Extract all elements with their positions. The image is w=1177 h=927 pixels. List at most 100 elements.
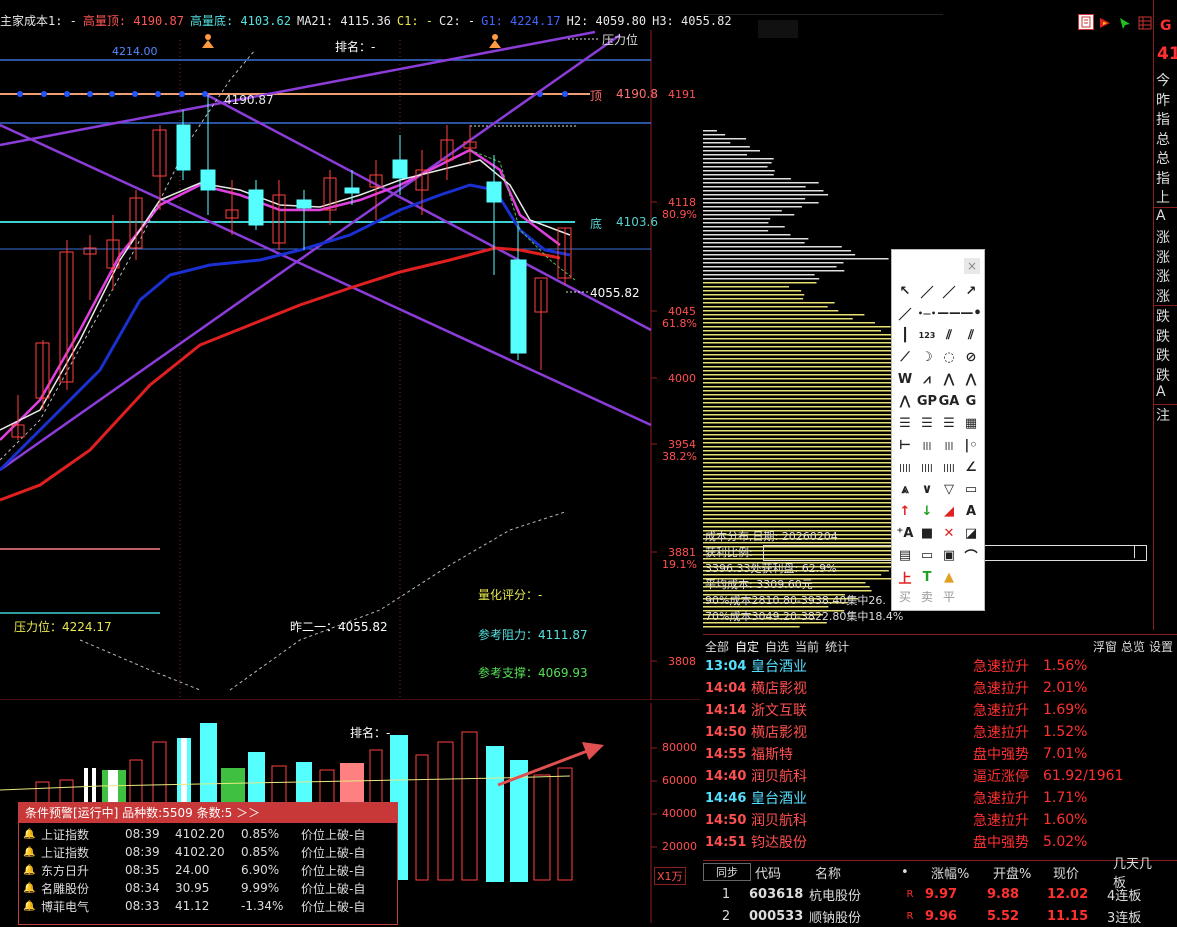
bars-icon[interactable]: |||| — [894, 456, 916, 478]
tab-2[interactable]: 自选 — [765, 638, 789, 655]
drawing-toolbox[interactable]: × ↖／／↗／•—•———•┃123⫽⫽⟋☽◌⊘W⩘⋀⋀⋀GPGAG☰☰☰▦⊢|… — [891, 249, 985, 611]
number-icon[interactable]: 123 — [916, 324, 938, 346]
bars2-icon[interactable]: |||| — [916, 456, 938, 478]
rank-col-header[interactable]: 名称 — [815, 863, 901, 882]
highlight-icon[interactable]: ◪ — [960, 522, 982, 544]
stock-alert-row[interactable]: 14:40 润贝航科 逼近涨停 61.92/1961 — [703, 765, 1177, 787]
t-mark-icon[interactable]: T — [916, 566, 938, 588]
stock-name[interactable]: 福斯特 — [751, 744, 973, 764]
alert-panel[interactable]: 条件预警[运行中] 品种数:5509 条数:5 ＞＞ 🔔 上证指数 08:39 410… — [18, 802, 398, 925]
tab-0[interactable]: 全部 — [705, 638, 729, 655]
rank-table-header[interactable]: 同步 代码 名称 • 涨幅% 开盘% 现价 几天几板 — [703, 857, 1177, 891]
rank-col-header[interactable]: • — [901, 865, 931, 880]
fib-period-icon[interactable]: ||| — [916, 434, 938, 456]
flat-button[interactable]: 平 — [938, 588, 960, 605]
toolbox-grid[interactable]: ↖／／↗／•—•———•┃123⫽⫽⟋☽◌⊘W⩘⋀⋀⋀GPGAG☰☰☰▦⊢|||… — [894, 280, 982, 588]
cursor-green-icon[interactable] — [1116, 14, 1134, 32]
alert-row[interactable]: 🔔 东方日升 08:35 24.00 6.90% 价位上破-自 — [19, 861, 397, 879]
stock-name[interactable]: 浙文互联 — [751, 700, 973, 720]
kline-chart[interactable] — [0, 30, 700, 700]
rectangle-icon[interactable]: ▭ — [960, 478, 982, 500]
fib-ext-icon[interactable]: ☰ — [938, 412, 960, 434]
peak-icon[interactable]: ⋀ — [894, 390, 916, 412]
gann-grid-icon[interactable]: ▦ — [960, 412, 982, 434]
rank-table[interactable]: 同步 代码 名称 • 涨幅% 开盘% 现价 几天几板 1 603618 杭电股份 R 9.97 9.88… — [703, 857, 1177, 927]
alert-row[interactable]: 🔔 博菲电气 08:33 41.12 -1.34% 价位上破-自 — [19, 897, 397, 915]
rank-col-header[interactable]: 开盘% — [993, 863, 1053, 882]
cycle-icon[interactable]: ||| — [938, 434, 960, 456]
rank-col-header[interactable]: 现价 — [1053, 863, 1113, 882]
segment-icon[interactable]: ／ — [894, 302, 916, 324]
pitchfork-icon[interactable]: ⟋ — [894, 346, 916, 368]
up-arrow-icon[interactable]: ↑ — [894, 500, 916, 522]
rank-name[interactable]: 杭电股份 — [809, 885, 895, 904]
price-tag-icon[interactable]: ▣ — [938, 544, 960, 566]
h-line-icon[interactable]: —— — [938, 302, 960, 324]
stock-name[interactable]: 润贝航科 — [751, 810, 973, 830]
stock-alert-list[interactable]: 13:04 皇台酒业 急速拉升 1.56% 14:04 横店影视 急速拉升 2.01% 14:1… — [703, 655, 1177, 853]
tab-right-2[interactable]: 设置 — [1149, 638, 1173, 655]
ray-icon[interactable]: ／ — [938, 280, 960, 302]
alert-title[interactable]: 条件预警[运行中] 品种数:5509 条数:5 ＞＞ — [19, 803, 397, 823]
tab-right-1[interactable]: 总览 — [1121, 638, 1145, 655]
curve-icon[interactable]: ⌒ — [960, 544, 982, 566]
parallel-channel-icon[interactable]: ⫽ — [960, 324, 982, 346]
buy-button[interactable]: 买 — [894, 588, 916, 605]
cross-circle-icon[interactable]: ⊘ — [960, 346, 982, 368]
ruler-icon[interactable]: ▭ — [916, 544, 938, 566]
stock-alert-row[interactable]: 14:51 钧达股份 盘中强势 5.02% — [703, 831, 1177, 853]
diag-arrow-icon[interactable]: ◢ — [938, 500, 960, 522]
stock-list-tabs[interactable]: 全部 自定 自选 当前 统计 浮窗 总览 设置 — [703, 634, 1177, 657]
v-line-icon[interactable]: ┃ — [894, 324, 916, 346]
stock-alert-row[interactable]: 14:46 皇台酒业 急速拉升 1.71% — [703, 787, 1177, 809]
rank-col-header[interactable]: 同步 — [703, 863, 751, 881]
toolbox-close-button[interactable]: × — [964, 258, 980, 274]
toolbox-trade-row[interactable]: 买 卖 平 — [894, 588, 960, 605]
ga-icon[interactable]: GA — [938, 390, 960, 412]
alert-row[interactable]: 🔔 上证指数 08:39 4102.20 0.85% 价位上破-自 — [19, 843, 397, 861]
g-icon[interactable]: G — [960, 390, 982, 412]
rank-row[interactable]: 2 000533 顺钠股份 R 9.96 5.52 11.15 3连板 — [703, 905, 1177, 927]
top-toolbar[interactable] — [1078, 14, 1154, 32]
note-icon[interactable]: ▤ — [894, 544, 916, 566]
fan-icon[interactable]: ⩓ — [894, 478, 916, 500]
arc-icon[interactable]: ☽ — [916, 346, 938, 368]
stock-alert-row[interactable]: 14:14 浙文互联 急速拉升 1.69% — [703, 699, 1177, 721]
text-icon[interactable]: A — [960, 500, 982, 522]
angle-icon[interactable]: ∠ — [960, 456, 982, 478]
stock-name[interactable]: 润贝航科 — [751, 766, 973, 786]
stock-alert-row[interactable]: 14:55 福斯特 盘中强势 7.01% — [703, 743, 1177, 765]
h-segment-icon[interactable]: •—• — [916, 302, 938, 324]
bars3-icon[interactable]: |||| — [938, 456, 960, 478]
text-arrow-icon[interactable]: ⁺A — [894, 522, 916, 544]
rank-col-header[interactable]: 代码 — [755, 863, 815, 882]
stock-alert-row[interactable]: 14:04 横店影视 急速拉升 2.01% — [703, 677, 1177, 699]
line-icon[interactable]: ／ — [916, 280, 938, 302]
stock-name[interactable]: 钧达股份 — [751, 832, 973, 852]
zigzag-icon[interactable]: ⋀ — [938, 368, 960, 390]
cursor-icon[interactable]: ↖ — [894, 280, 916, 302]
check-icon[interactable]: ∨ — [916, 478, 938, 500]
ratio-line-icon[interactable]: |◦ — [960, 434, 982, 456]
gp-icon[interactable]: GP — [916, 390, 938, 412]
period-icon[interactable]: ⊢ — [894, 434, 916, 456]
up-mark-icon[interactable]: 上 — [894, 566, 916, 588]
notepad-icon[interactable] — [1078, 14, 1094, 30]
tab-1[interactable]: 自定 — [735, 638, 759, 655]
h-ray-icon[interactable]: —• — [960, 302, 982, 324]
fib-fan-icon[interactable]: ☰ — [916, 412, 938, 434]
fib-retrace-icon[interactable]: ☰ — [894, 412, 916, 434]
circle-icon[interactable]: ◌ — [938, 346, 960, 368]
stock-alert-row[interactable]: 14:50 润贝航科 急速拉升 1.60% — [703, 809, 1177, 831]
flag-icon[interactable] — [1096, 14, 1114, 32]
delete-icon[interactable]: ✕ — [938, 522, 960, 544]
parallel-icon[interactable]: ⫽ — [938, 324, 960, 346]
stock-alert-row[interactable]: 13:04 皇台酒业 急速拉升 1.56% — [703, 655, 1177, 677]
tab-right-0[interactable]: 浮窗 — [1093, 638, 1117, 655]
wave-m-icon[interactable]: ⩘ — [916, 368, 938, 390]
arrow-line-icon[interactable]: ↗ — [960, 280, 982, 302]
grid-icon[interactable] — [1136, 14, 1154, 32]
sell-button[interactable]: 卖 — [916, 588, 938, 605]
stock-alert-row[interactable]: 14:50 横店影视 急速拉升 1.52% — [703, 721, 1177, 743]
alert-row[interactable]: 🔔 名雕股份 08:34 30.95 9.99% 价位上破-自 — [19, 879, 397, 897]
